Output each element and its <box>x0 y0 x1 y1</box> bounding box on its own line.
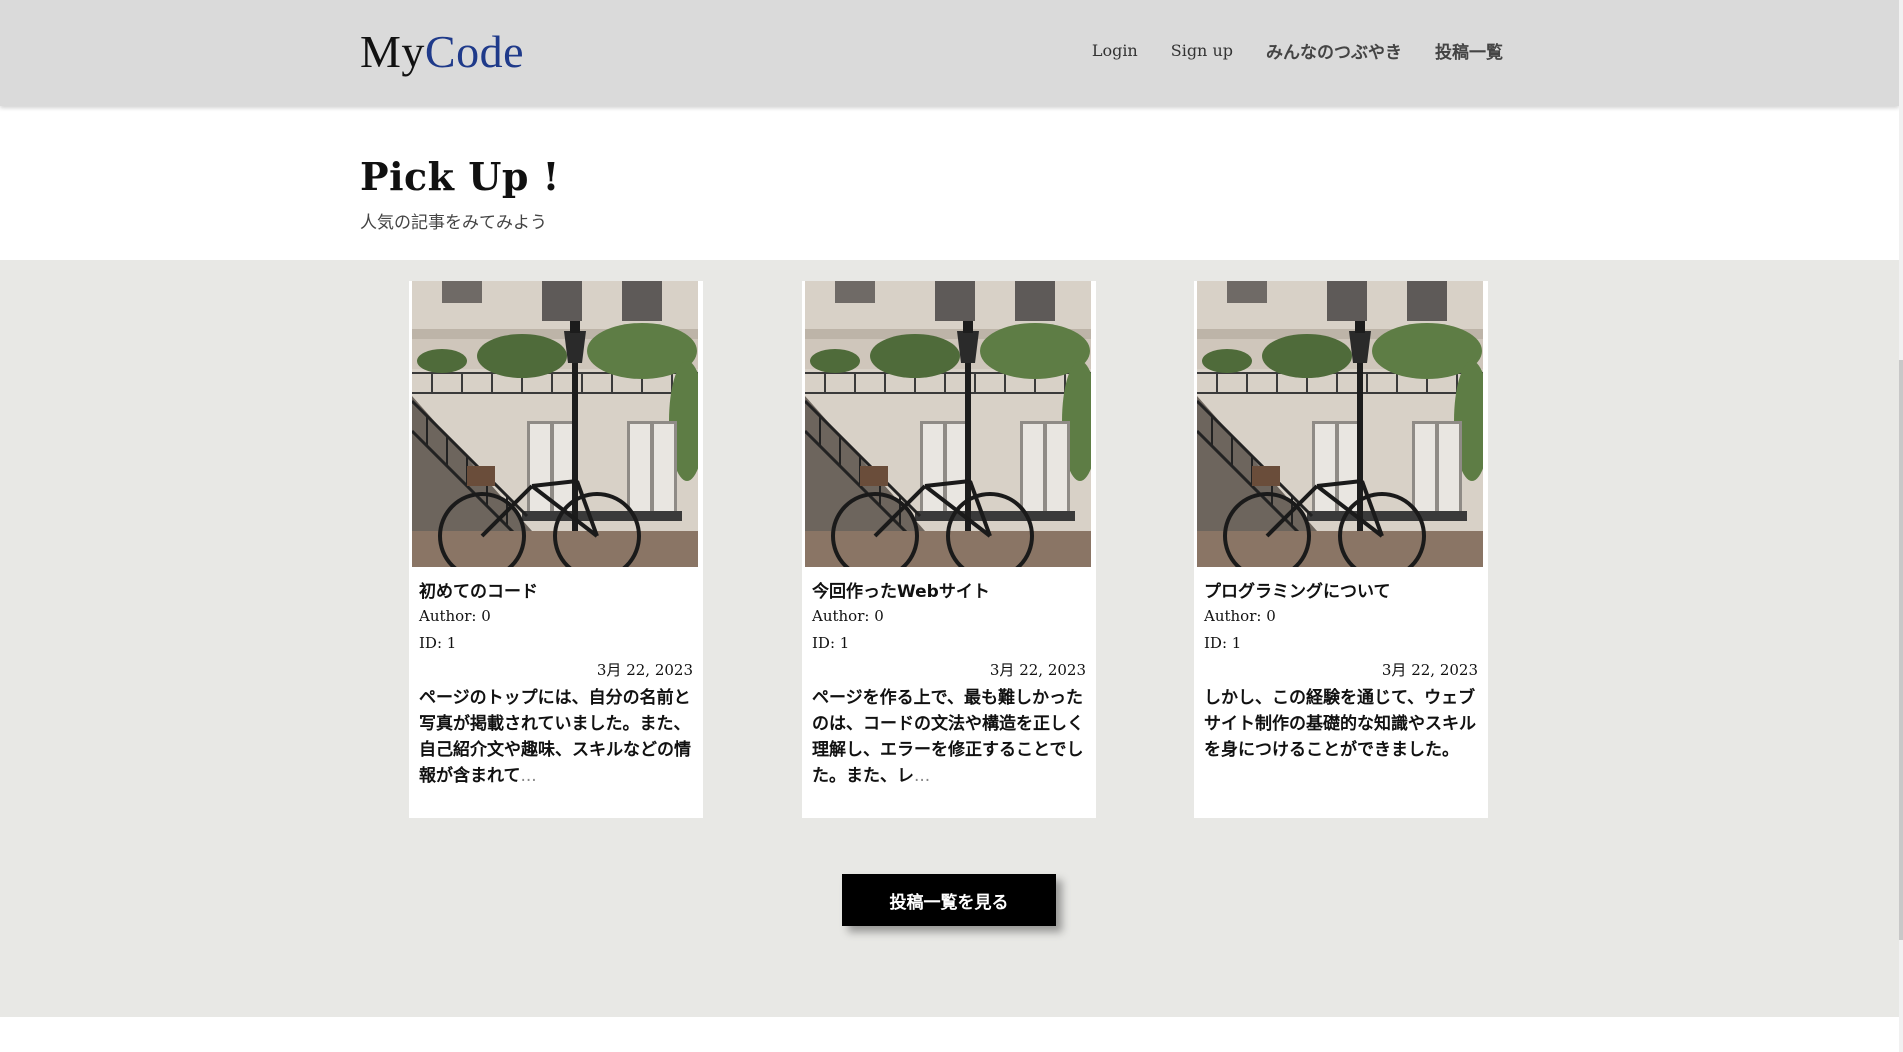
post-id: ID: 1 <box>1204 634 1242 652</box>
post-excerpt: ページを作る上で、最も難しかったのは、コードの文法や構造を正しく理解し、エラーを… <box>812 685 1084 789</box>
post-thumbnail[interactable] <box>1197 281 1483 567</box>
post-thumbnail[interactable] <box>412 281 698 567</box>
post-excerpt: ページのトップには、自分の名前と写真が掲載されていました。また、自己紹介文や趣味… <box>419 685 691 789</box>
nav-posts-link[interactable]: 投稿一覧 <box>1435 38 1503 63</box>
post-title[interactable]: 初めてのコード <box>419 577 538 602</box>
post-title[interactable]: プログラミングについて <box>1204 577 1391 602</box>
post-title[interactable]: 今回作ったWebサイト <box>812 577 990 602</box>
logo-text-my: My <box>360 26 425 77</box>
excerpt-ellipsis: ... <box>520 766 537 786</box>
post-excerpt-text: しかし、この経験を通じて、ウェブサイト制作の基礎的な知識やスキルを身につけること… <box>1204 688 1476 760</box>
post-card[interactable]: 初めてのコード Author: 0 ID: 1 3月 22, 2023 ページの… <box>409 281 703 818</box>
logo-text-code: Code <box>424 26 525 77</box>
post-author: Author: 0 <box>419 607 491 625</box>
pickup-title: Pick Up ! <box>360 154 560 199</box>
site-logo[interactable]: MyCode <box>360 24 524 80</box>
post-date: 3月 22, 2023 <box>596 661 693 679</box>
post-author: Author: 0 <box>1204 607 1276 625</box>
post-date: 3月 22, 2023 <box>1381 661 1478 679</box>
post-card[interactable]: 今回作ったWebサイト Author: 0 ID: 1 3月 22, 2023 … <box>802 281 1096 818</box>
post-excerpt-text: ページを作る上で、最も難しかったのは、コードの文法や構造を正しく理解し、エラーを… <box>812 688 1084 786</box>
nav-login-link[interactable]: Login <box>1092 41 1138 60</box>
scrollbar-thumb[interactable] <box>1899 360 1903 940</box>
post-id: ID: 1 <box>419 634 457 652</box>
page-scrollbar[interactable] <box>1899 0 1903 1052</box>
post-date: 3月 22, 2023 <box>989 661 1086 679</box>
view-all-posts-button[interactable]: 投稿一覧を見る <box>842 874 1056 926</box>
post-id: ID: 1 <box>812 634 850 652</box>
post-excerpt: しかし、この経験を通じて、ウェブサイト制作の基礎的な知識やスキルを身につけること… <box>1204 685 1476 763</box>
nav-tweets-link[interactable]: みんなのつぶやき <box>1266 38 1402 63</box>
post-card[interactable]: プログラミングについて Author: 0 ID: 1 3月 22, 2023 … <box>1194 281 1488 818</box>
pickup-section-heading: Pick Up ! 人気の記事をみてみよう <box>360 152 560 233</box>
post-author: Author: 0 <box>812 607 884 625</box>
main-nav: Login Sign up みんなのつぶやき 投稿一覧 <box>1092 38 1503 63</box>
excerpt-ellipsis: ... <box>914 766 931 786</box>
nav-signup-link[interactable]: Sign up <box>1171 41 1233 60</box>
post-excerpt-text: ページのトップには、自分の名前と写真が掲載されていました。また、自己紹介文や趣味… <box>419 688 691 786</box>
site-header: MyCode Login Sign up みんなのつぶやき 投稿一覧 <box>0 0 1899 106</box>
pickup-subtitle: 人気の記事をみてみよう <box>360 213 547 233</box>
post-thumbnail[interactable] <box>805 281 1091 567</box>
